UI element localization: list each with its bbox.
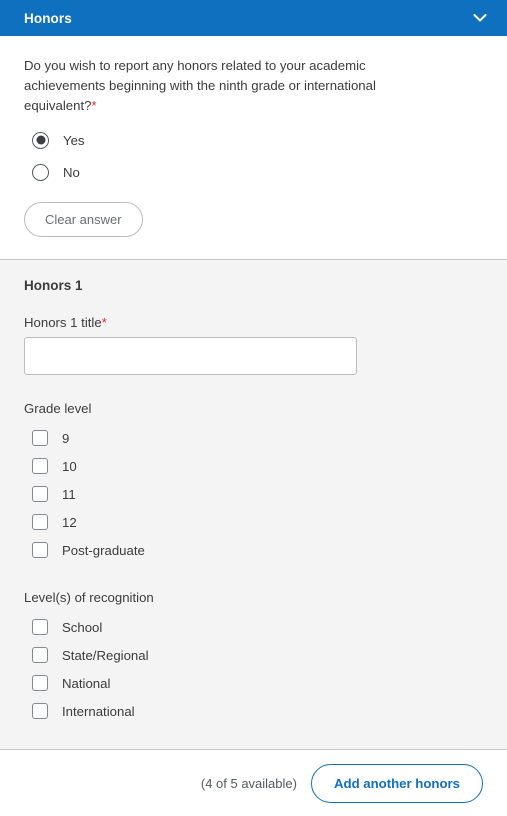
checkbox-recognition-national[interactable]: National [32,669,483,697]
checkbox-indicator-grade-9[interactable] [32,430,48,446]
question-prompt-text: Do you wish to report any honors related… [24,58,376,113]
checkbox-recognition-state-regional[interactable]: State/Regional [32,641,483,669]
checkbox-indicator-state-regional[interactable] [32,647,48,663]
clear-answer-button[interactable]: Clear answer [24,202,143,237]
checkbox-indicator-school[interactable] [32,619,48,635]
honors-panel: Honors Do you wish to report any honors … [0,0,507,816]
panel-footer: (4 of 5 available) Add another honors [0,750,507,816]
radio-option-no[interactable]: No [32,156,483,188]
radio-label-yes: Yes [63,132,85,148]
availability-text: (4 of 5 available) [200,775,297,791]
checkbox-grade-9[interactable]: 9 [32,424,483,452]
checkbox-label-grade-12: 12 [62,514,77,530]
checkbox-label-school: School [62,619,103,635]
honors-title-label: Honors 1 title* [24,315,483,330]
radio-option-yes[interactable]: Yes [32,124,483,156]
checkbox-label-state-regional: State/Regional [62,647,149,663]
checkbox-indicator-grade-10[interactable] [32,458,48,474]
required-asterisk-title: * [101,315,107,330]
checkbox-grade-12[interactable]: 12 [32,508,483,536]
required-asterisk: * [91,98,97,113]
checkbox-label-national: National [62,675,111,691]
checkbox-grade-10[interactable]: 10 [32,452,483,480]
checkbox-label-grade-11: 11 [62,486,76,502]
checkbox-indicator-national[interactable] [32,675,48,691]
checkbox-recognition-international[interactable]: International [32,697,483,725]
honors-1-heading: Honors 1 [24,278,83,293]
checkbox-grade-post-graduate[interactable]: Post-graduate [32,536,483,564]
question-prompt: Do you wish to report any honors related… [24,56,414,116]
question-block: Do you wish to report any honors related… [0,36,507,259]
checkbox-label-international: International [62,703,135,719]
radio-indicator-no[interactable] [32,163,49,181]
checkbox-indicator-post-graduate[interactable] [32,542,48,558]
checkbox-recognition-school[interactable]: School [32,613,483,641]
radio-label-no: No [63,164,80,180]
honors-1-section: Honors 1 Honors 1 title* Grade level 9 1… [0,259,507,750]
grade-level-label: Grade level [24,401,92,416]
checkbox-grade-11[interactable]: 11 [32,480,483,508]
checkbox-label-grade-9: 9 [62,430,70,446]
checkbox-indicator-international[interactable] [32,703,48,719]
recognition-level-group: Level(s) of recognition School State/Reg… [24,590,483,725]
checkbox-label-grade-10: 10 [62,458,77,474]
honors-title-label-text: Honors 1 title [24,315,102,330]
add-another-honors-button[interactable]: Add another honors [310,763,483,803]
checkbox-label-post-graduate: Post-graduate [62,542,145,558]
panel-header-honors[interactable]: Honors [0,0,507,36]
grade-level-group: Grade level 9 10 11 12 Post-graduate [24,401,483,564]
radio-indicator-yes[interactable] [32,131,49,149]
recognition-level-label: Level(s) of recognition [24,590,154,605]
checkbox-indicator-grade-11[interactable] [32,486,48,502]
panel-title: Honors [24,10,72,26]
checkbox-indicator-grade-12[interactable] [32,514,48,530]
chevron-down-icon[interactable] [469,7,491,29]
honors-title-input[interactable] [24,337,357,375]
